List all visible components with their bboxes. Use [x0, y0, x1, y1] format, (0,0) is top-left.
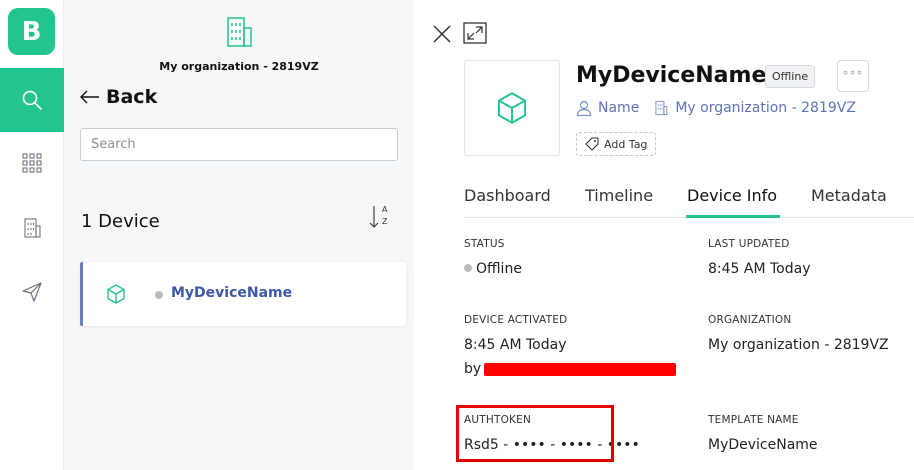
- sort-button[interactable]: A Z: [369, 205, 393, 231]
- tab-metadata[interactable]: Metadata: [811, 186, 887, 205]
- tab-timeline[interactable]: Timeline: [585, 186, 653, 205]
- status-label: STATUS: [464, 238, 505, 250]
- offline-dot: [464, 264, 472, 272]
- owner-label: Name: [598, 100, 640, 116]
- organization-field-label: ORGANIZATION: [708, 314, 792, 326]
- device-cube-icon: [107, 284, 125, 304]
- left-rail: B: [0, 0, 64, 470]
- search-icon: [22, 90, 42, 110]
- device-list-panel: My organization - 2819VZ Back 1 Device A…: [64, 0, 414, 470]
- template-name-label: TEMPLATE NAME: [708, 414, 799, 426]
- add-tag-label: Add Tag: [604, 137, 648, 151]
- template-name-value: MyDeviceName: [708, 437, 818, 453]
- device-image: [464, 60, 560, 156]
- status-value: Offline: [464, 261, 522, 277]
- detail-tabs: Dashboard Timeline Device Info Metadata: [464, 182, 914, 218]
- tab-device-info[interactable]: Device Info: [687, 186, 777, 205]
- rail-organizations[interactable]: [0, 196, 64, 260]
- close-icon[interactable]: [432, 24, 452, 44]
- owner-link[interactable]: Name: [576, 100, 639, 116]
- back-label: Back: [106, 86, 158, 108]
- last-updated-value: 8:45 AM Today: [708, 261, 811, 277]
- device-list-item-name: MyDeviceName: [171, 285, 293, 301]
- tag-icon: [585, 137, 599, 151]
- device-meta: Name My organization - 2819VZ: [576, 100, 870, 116]
- organization-field-value: My organization - 2819VZ: [708, 337, 889, 353]
- building-icon: [655, 100, 668, 116]
- rail-send[interactable]: [0, 260, 64, 324]
- sort-label-z: Z: [382, 217, 388, 226]
- sort-label-a: A: [382, 205, 388, 214]
- user-icon: [576, 100, 592, 116]
- organization-building-icon: [227, 17, 252, 47]
- redacted-user: [484, 363, 676, 376]
- search-input[interactable]: [80, 128, 398, 161]
- add-tag-button[interactable]: Add Tag: [576, 132, 657, 156]
- last-updated-label: LAST UPDATED: [708, 238, 790, 250]
- device-title: MyDeviceName: [576, 63, 767, 88]
- more-options-button[interactable]: °°°: [837, 60, 869, 92]
- device-detail-panel: MyDeviceName Offline °°° Name My organiz…: [414, 0, 914, 470]
- device-activated-value: 8:45 AM Today: [464, 337, 567, 353]
- authtoken-highlight-box: [456, 405, 614, 462]
- expand-icon[interactable]: [463, 22, 487, 44]
- device-cube-icon: [497, 92, 527, 124]
- organization-name: My organization - 2819VZ: [159, 60, 319, 73]
- organization-label: My organization - 2819VZ: [675, 100, 856, 116]
- sort-arrow-icon: [369, 206, 379, 228]
- status-badge: Offline: [765, 65, 816, 88]
- device-activated-label: DEVICE ACTIVATED: [464, 314, 568, 326]
- rail-search[interactable]: [0, 68, 64, 132]
- device-status-dot: [155, 291, 163, 299]
- arrow-left-icon: [80, 90, 99, 104]
- app-logo[interactable]: B: [8, 8, 55, 55]
- rail-apps[interactable]: [0, 131, 64, 195]
- status-value-text: Offline: [476, 261, 522, 277]
- back-button[interactable]: Back: [80, 86, 157, 108]
- device-count: 1 Device: [81, 211, 160, 232]
- building-icon: [24, 218, 41, 238]
- apps-grid-icon: [22, 153, 42, 173]
- send-icon: [22, 282, 42, 302]
- organization-link[interactable]: My organization - 2819VZ: [653, 100, 856, 116]
- device-list-item[interactable]: MyDeviceName: [80, 262, 406, 326]
- active-tab-indicator: [686, 215, 780, 218]
- device-activated-by: by: [464, 361, 482, 377]
- tab-dashboard[interactable]: Dashboard: [464, 186, 551, 205]
